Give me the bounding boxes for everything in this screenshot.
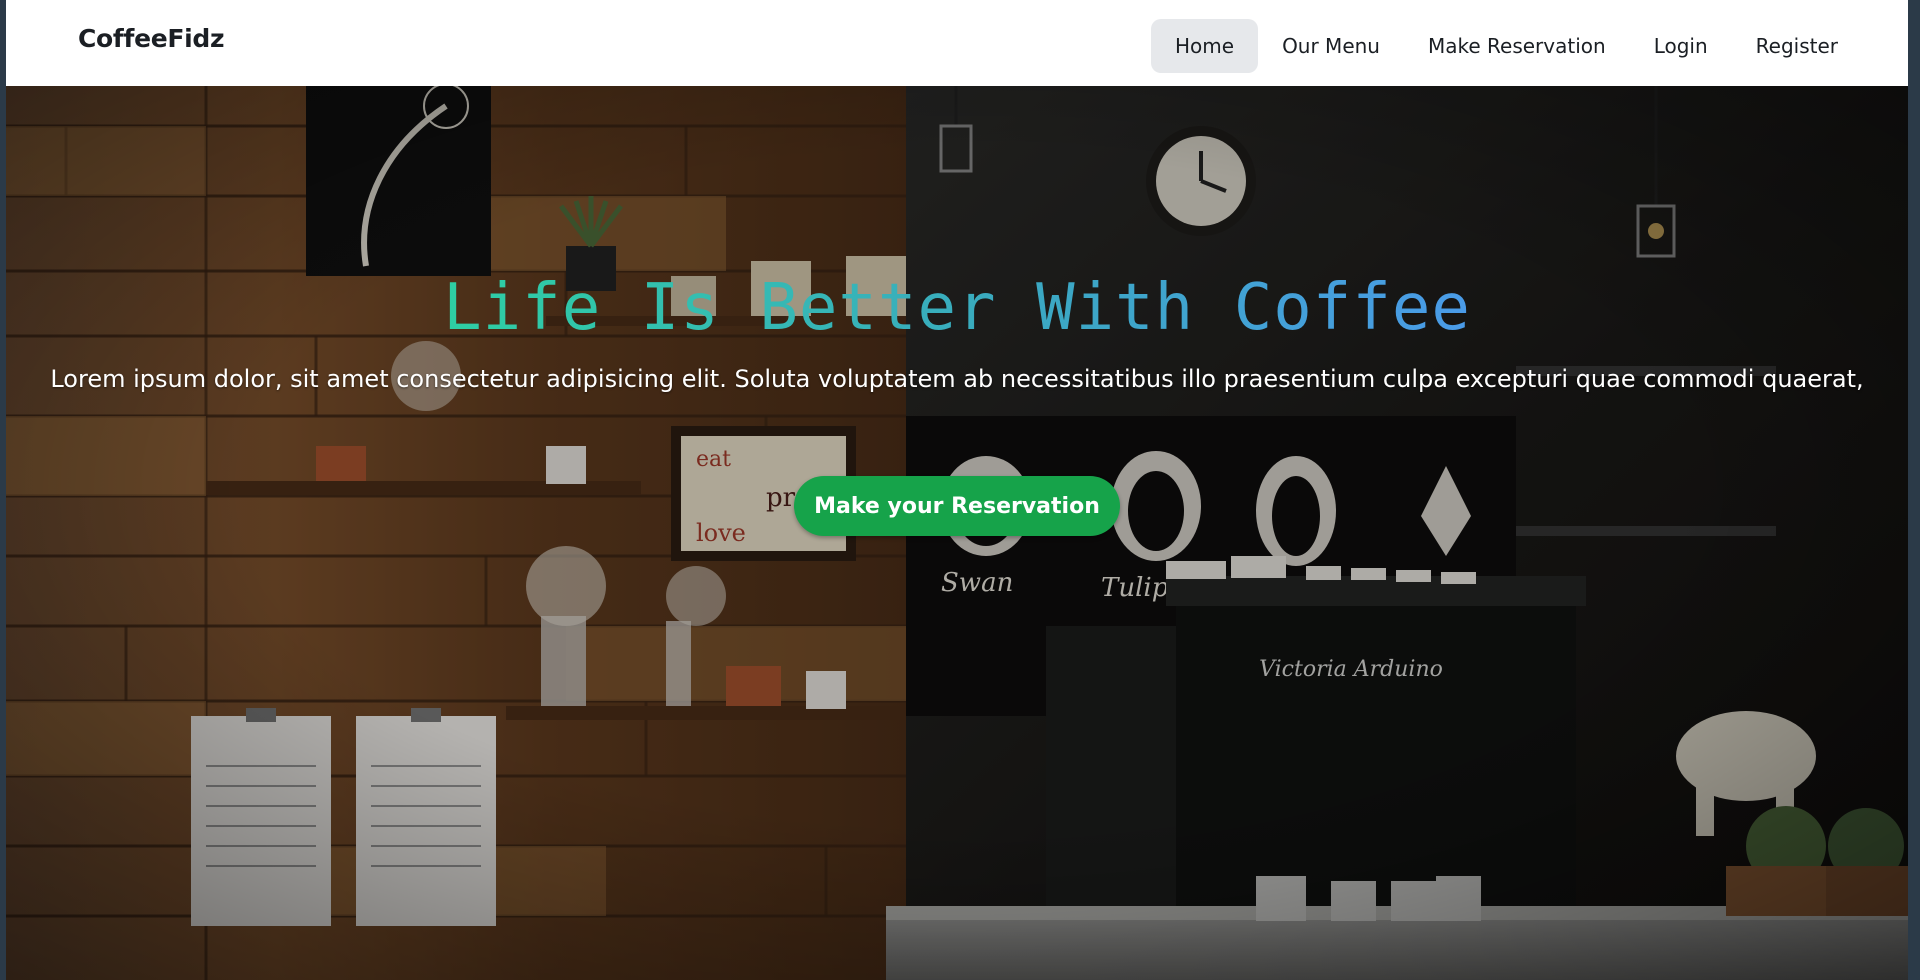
nav-menu-link[interactable]: Our Menu bbox=[1258, 19, 1404, 73]
hero-title: Life Is Better With Coffee bbox=[6, 271, 1908, 345]
hero-title-text: Life Is Better With Coffee bbox=[443, 271, 1471, 345]
make-reservation-button[interactable]: Make your Reservation bbox=[794, 476, 1120, 536]
nav-login-link[interactable]: Login bbox=[1630, 19, 1732, 73]
hero-subtitle: Lorem ipsum dolor, sit amet consectetur … bbox=[50, 365, 1864, 393]
nav-reservation-link[interactable]: Make Reservation bbox=[1404, 19, 1630, 73]
nav-register-link[interactable]: Register bbox=[1732, 19, 1862, 73]
browser-viewport: CoffeeFidz Home Our Menu Make Reservatio… bbox=[6, 0, 1908, 980]
brand-logo[interactable]: CoffeeFidz bbox=[78, 24, 225, 53]
navbar: CoffeeFidz Home Our Menu Make Reservatio… bbox=[6, 0, 1908, 86]
nav-links: Home Our Menu Make Reservation Login Reg… bbox=[1151, 19, 1862, 73]
nav-home-link[interactable]: Home bbox=[1151, 19, 1259, 73]
hero-section: eat pray love bbox=[6, 86, 1908, 980]
hero-content: Life Is Better With Coffee Lorem ipsum d… bbox=[6, 86, 1908, 980]
